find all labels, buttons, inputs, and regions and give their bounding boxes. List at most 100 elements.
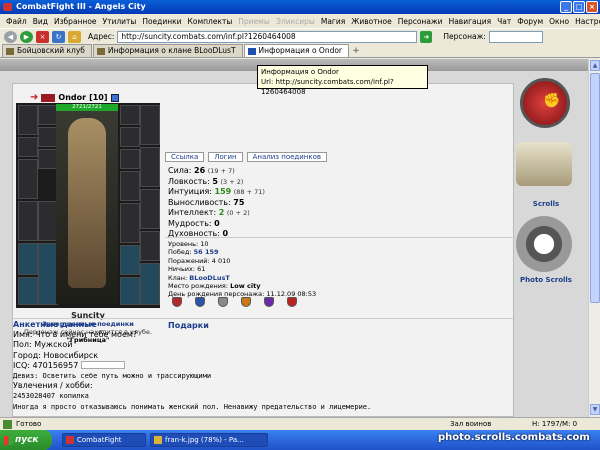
maximize-button[interactable]: □ bbox=[573, 1, 585, 13]
scrolls-link[interactable]: Scrolls bbox=[510, 200, 582, 208]
medal-icon[interactable] bbox=[172, 297, 182, 307]
equip-slot[interactable] bbox=[140, 231, 160, 261]
minimize-button[interactable]: _ bbox=[560, 1, 572, 13]
stop-icon[interactable]: × bbox=[36, 30, 49, 43]
info-level: Уровень: 10 bbox=[168, 240, 209, 248]
equip-slot[interactable] bbox=[18, 277, 38, 305]
tab-icon bbox=[247, 48, 256, 55]
photo-scrolls-link[interactable]: Photo Scrolls bbox=[510, 276, 582, 284]
menu-item[interactable]: Животное bbox=[351, 17, 391, 26]
equip-slot[interactable] bbox=[120, 149, 140, 169]
equip-slot[interactable] bbox=[140, 147, 160, 187]
task-paint[interactable]: fran-k.jpg (78%) - Pa... bbox=[150, 433, 268, 447]
info-clan: Клан: BLooDLusT bbox=[168, 273, 230, 282]
equip-slot[interactable] bbox=[38, 201, 58, 241]
browser-tab[interactable]: Бойцовский клуб bbox=[2, 44, 92, 57]
equip-slot[interactable] bbox=[120, 105, 140, 125]
menu-item[interactable]: Поединки bbox=[142, 17, 181, 26]
stat-row: Интеллект: 2 (0 + 2) bbox=[168, 208, 250, 217]
action-button[interactable]: Логин bbox=[208, 152, 243, 162]
equip-slot[interactable] bbox=[140, 105, 160, 145]
equip-slot[interactable] bbox=[18, 201, 38, 241]
person-input[interactable] bbox=[488, 30, 543, 43]
equip-slot[interactable] bbox=[38, 149, 58, 169]
medal-icon[interactable] bbox=[264, 297, 274, 307]
equip-slot[interactable] bbox=[120, 203, 140, 243]
equip-slot[interactable] bbox=[120, 127, 140, 147]
profile-hobby-line: Иногда я просто отказываюсь понимать жен… bbox=[13, 402, 372, 411]
scroll-icon[interactable] bbox=[516, 142, 572, 186]
stat-row: Сила: 26 (19 + 7) bbox=[168, 166, 235, 175]
status-memory: Н: 1797/М: 0 bbox=[532, 420, 578, 428]
status-zone: Зал воинов bbox=[450, 420, 492, 428]
menu-item[interactable]: Персонажи bbox=[398, 17, 443, 26]
character-info: Уровень: 10 Побед: 56 159 Поражений: 4 0… bbox=[168, 240, 316, 299]
go-arrow-icon[interactable]: ➜ bbox=[420, 30, 433, 43]
action-button[interactable]: Ссылка bbox=[165, 152, 205, 162]
medal-icon[interactable] bbox=[195, 297, 205, 307]
info-draws: Ничьих: 61 bbox=[168, 265, 206, 274]
equip-slot[interactable] bbox=[140, 263, 160, 305]
side-panel: ✊ Scrolls Photo Scrolls bbox=[510, 78, 582, 378]
forward-arrow-icon[interactable]: ▶ bbox=[20, 30, 33, 43]
action-button[interactable]: Анализ поединков bbox=[246, 152, 328, 162]
status-ready: Готово bbox=[16, 420, 42, 428]
menu-item[interactable]: Комплекты bbox=[188, 17, 233, 26]
equip-slot[interactable] bbox=[38, 243, 58, 305]
menu-item[interactable]: Файл bbox=[6, 17, 27, 26]
new-tab-icon[interactable]: + bbox=[350, 45, 362, 57]
menu-item[interactable]: Избранное bbox=[54, 17, 97, 26]
equip-slot[interactable] bbox=[18, 105, 38, 135]
equip-slot[interactable] bbox=[38, 105, 58, 125]
back-arrow-icon[interactable]: ◀ bbox=[4, 30, 17, 43]
scroll-thumb[interactable] bbox=[590, 73, 600, 303]
task-combatfight[interactable]: CombatFight bbox=[62, 433, 146, 447]
clan-link[interactable]: BLooDLusT bbox=[189, 274, 230, 282]
equip-slot[interactable] bbox=[120, 277, 140, 305]
info-wins: Побед: 56 159 bbox=[168, 248, 219, 257]
info-losses: Поражений: 4 010 bbox=[168, 256, 231, 265]
camera-icon[interactable] bbox=[516, 216, 572, 272]
equip-slot[interactable] bbox=[18, 243, 38, 275]
profile-name: Имя: Что в имени тебе моем? bbox=[13, 330, 138, 340]
medal-icon[interactable] bbox=[241, 297, 251, 307]
menu-item[interactable]: Магия bbox=[321, 17, 345, 26]
menu-item[interactable]: Форум bbox=[517, 17, 543, 26]
watermark: photo.scrolls.combats.com bbox=[438, 432, 590, 443]
toolbar: ◀ ▶ × ↻ ⌂ Адрес: http://suncity.combats.… bbox=[0, 28, 600, 44]
person-label: Персонаж: bbox=[443, 32, 486, 41]
menu-item[interactable]: Утилиты bbox=[103, 17, 137, 26]
equip-slot[interactable] bbox=[120, 245, 140, 275]
close-button[interactable]: × bbox=[586, 1, 598, 13]
menu-item[interactable]: Настройки bbox=[575, 17, 600, 26]
menu-item[interactable]: Вид bbox=[33, 17, 48, 26]
equip-slot[interactable] bbox=[38, 127, 58, 147]
character-avatar[interactable]: 2721/2721 bbox=[56, 104, 118, 304]
menu-item[interactable]: Навигация bbox=[449, 17, 492, 26]
stat-row: Мудрость: 0 bbox=[168, 218, 220, 228]
clan-emblem-icon[interactable] bbox=[41, 93, 56, 102]
medal-icon[interactable] bbox=[218, 297, 228, 307]
equip-slot[interactable] bbox=[18, 159, 38, 199]
equip-slot[interactable] bbox=[140, 189, 160, 229]
character-actions: Ссылка Логин Анализ поединков bbox=[165, 152, 328, 162]
scroll-down-icon[interactable]: ▼ bbox=[590, 404, 600, 415]
menu-item[interactable]: Чат bbox=[497, 17, 511, 26]
vertical-scrollbar[interactable]: ▲ ▼ bbox=[588, 59, 600, 417]
browser-tab[interactable]: Информация о Ondor bbox=[243, 44, 350, 57]
equip-slot[interactable] bbox=[18, 137, 38, 157]
equip-slot[interactable] bbox=[120, 171, 140, 201]
start-button[interactable]: пуск bbox=[0, 430, 52, 450]
menu-item[interactable]: Окно bbox=[549, 17, 569, 26]
info-icon[interactable] bbox=[110, 93, 119, 102]
fist-orb-button[interactable]: ✊ bbox=[520, 78, 570, 128]
medal-icon[interactable] bbox=[287, 297, 297, 307]
menu-item[interactable]: Эликсиры bbox=[276, 17, 315, 26]
address-input[interactable]: http://suncity.combats.com/inf.pl?126046… bbox=[117, 30, 418, 43]
browser-tab[interactable]: Информация о клане BLooDLusT bbox=[92, 44, 243, 57]
scroll-up-icon[interactable]: ▲ bbox=[590, 60, 600, 71]
home-icon[interactable]: ⌂ bbox=[68, 30, 81, 43]
menu-item[interactable]: Приемы bbox=[238, 17, 269, 26]
refresh-icon[interactable]: ↻ bbox=[52, 30, 65, 43]
stat-row: Выносливость: 75 bbox=[168, 197, 245, 207]
